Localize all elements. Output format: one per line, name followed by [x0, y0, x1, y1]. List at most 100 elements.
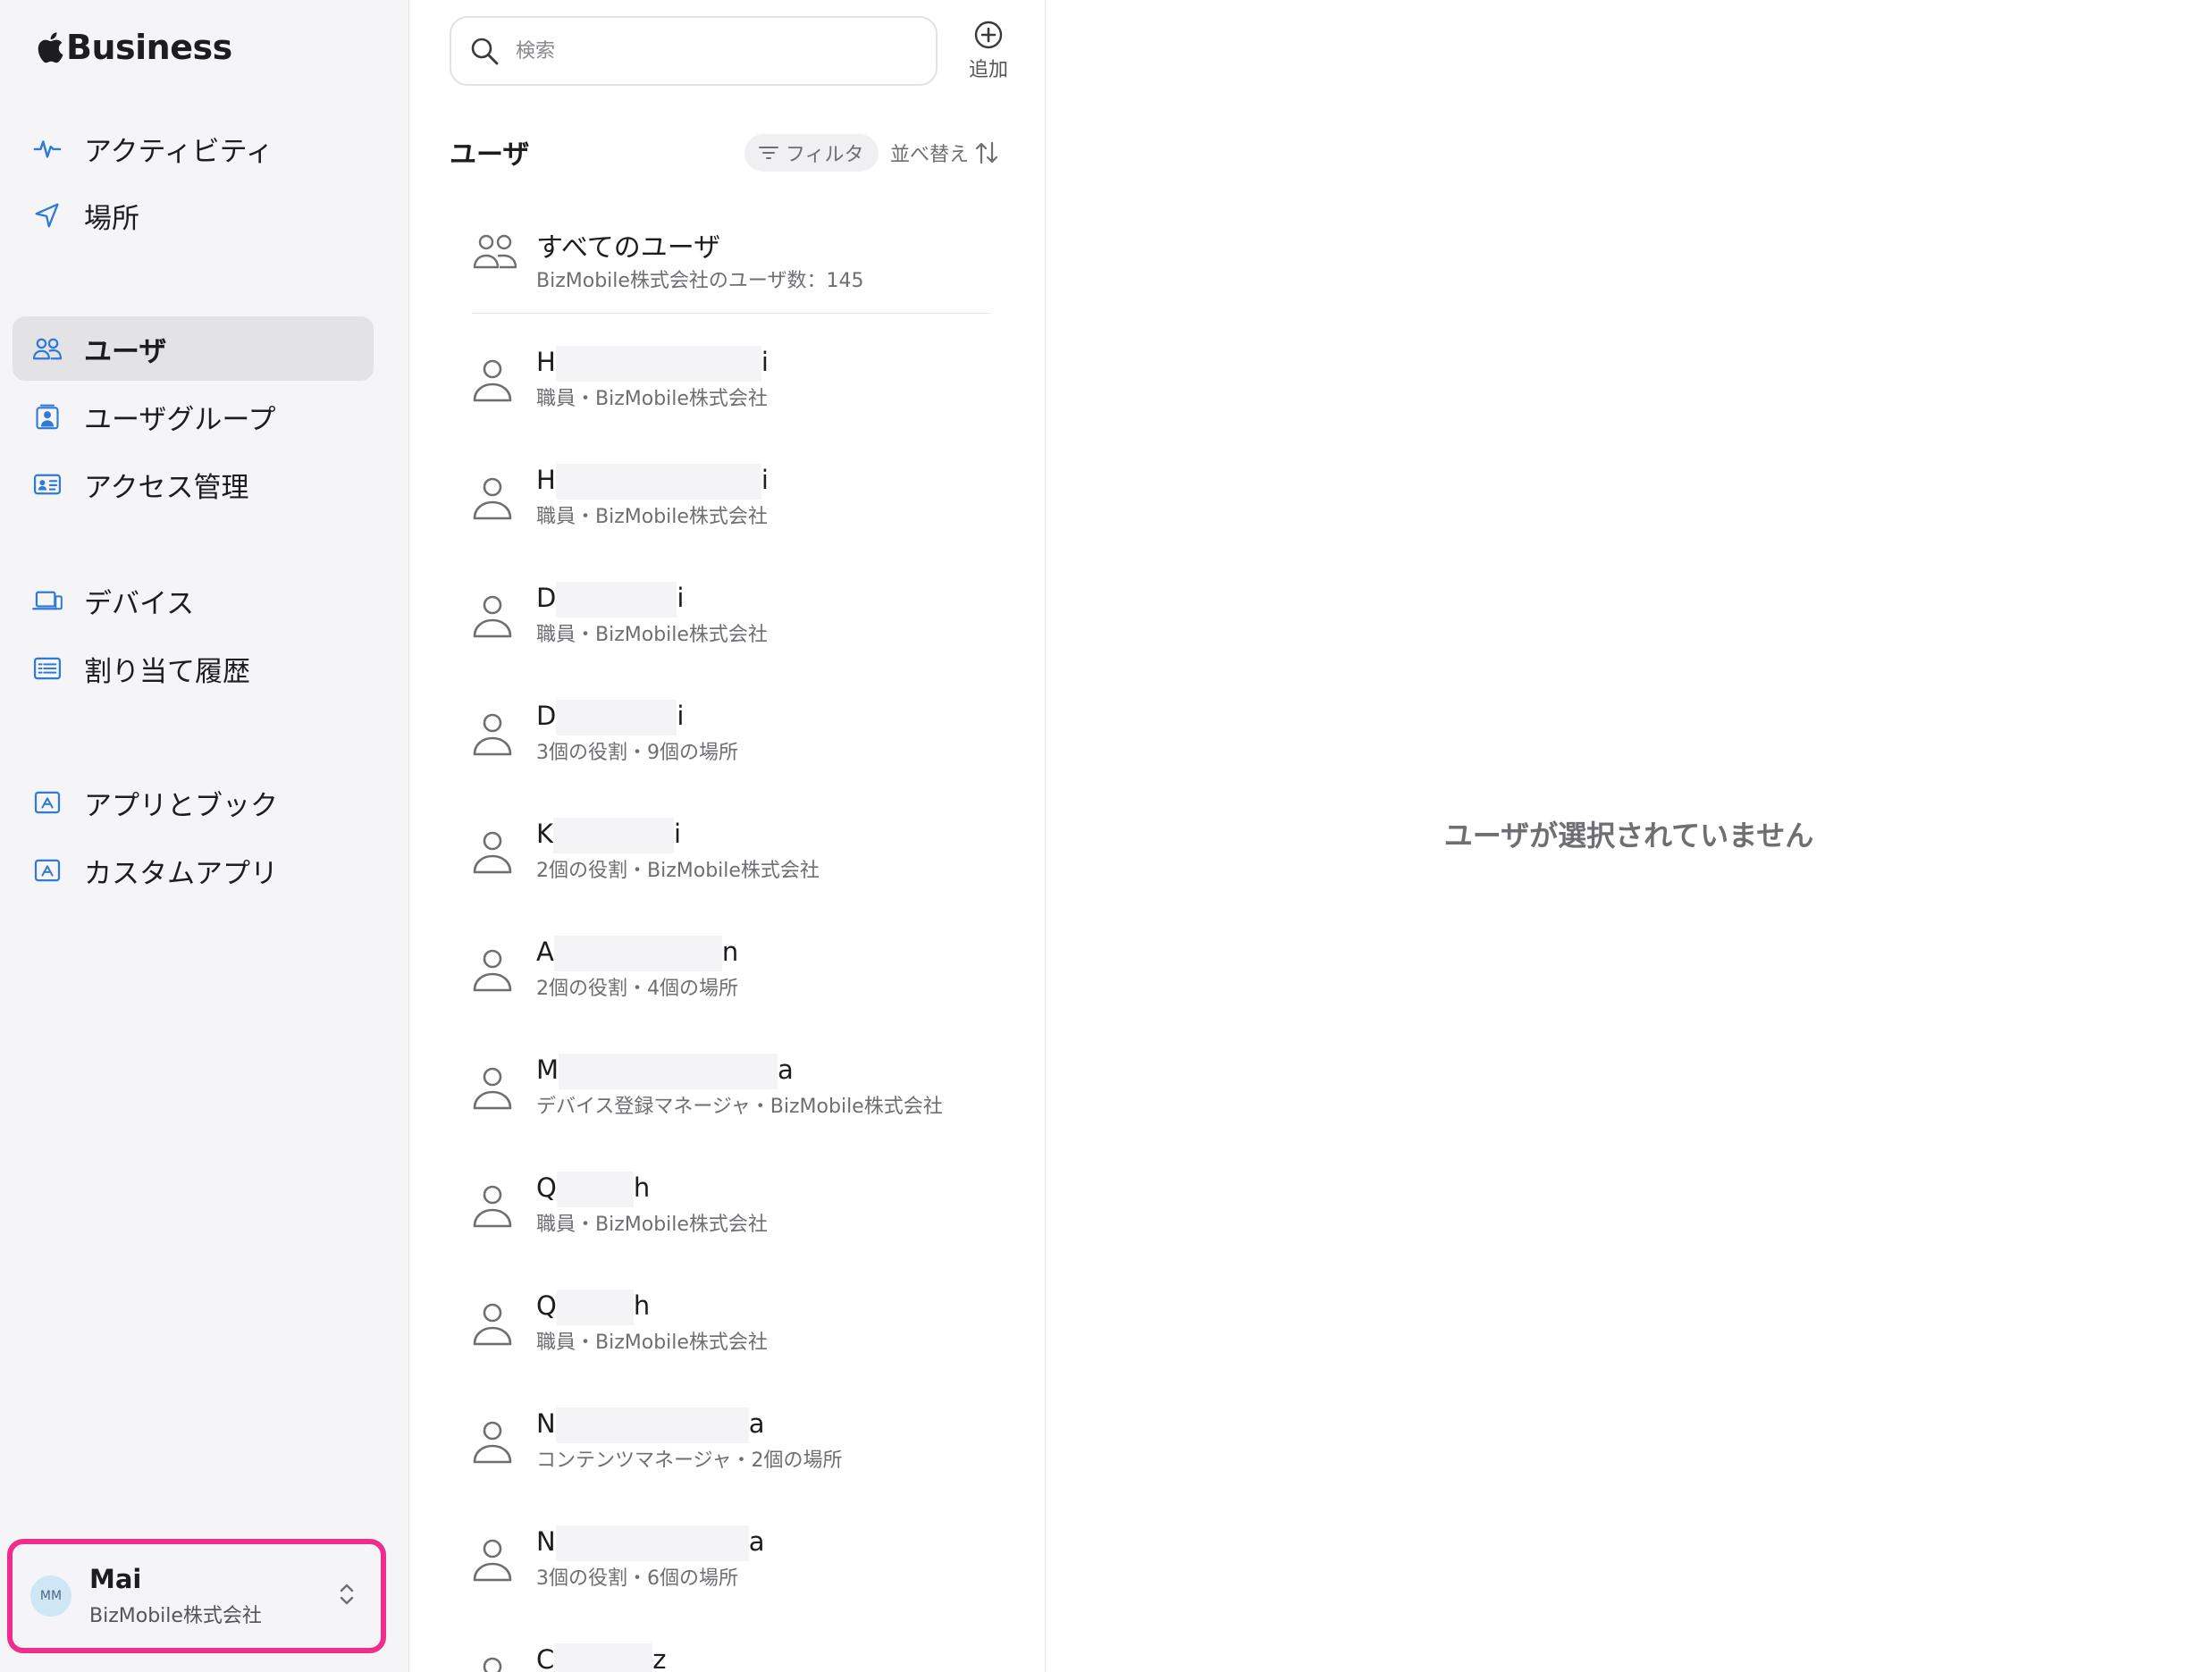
user-role: 職員・BizMobile株式会社 — [536, 1332, 768, 1354]
table-row[interactable]: Na コンテンツマネージャ・2個の場所 — [472, 1396, 1008, 1494]
activity-icon — [32, 133, 63, 164]
sort-label: 並べ替え — [890, 144, 970, 166]
user-name: Qh — [536, 1169, 650, 1207]
sidebar-item-custom-apps[interactable]: カスタムアプリ — [13, 838, 374, 903]
user-role: コンテンツマネージャ・2個の場所 — [536, 1449, 843, 1472]
all-users-count: BizMobile株式会社のユーザ数：145 — [536, 270, 864, 292]
sidebar-item-label: アクセス管理 — [84, 471, 249, 504]
sidebar-item-users[interactable]: ユーザ — [13, 316, 374, 381]
person-icon — [473, 359, 512, 402]
sidebar: Business アクティビティ 場所 ユーザ ユーザグループ アクセス管理 デ… — [0, 0, 409, 1672]
sidebar-item-locations[interactable]: 場所 — [13, 183, 374, 248]
sort-arrows-icon — [975, 141, 998, 164]
filter-label: フィルタ — [786, 144, 864, 166]
user-role: 2個の役割・4個の場所 — [536, 978, 738, 1000]
user-name: Qh — [536, 1287, 650, 1325]
table-row[interactable]: Ki 2個の役割・BizMobile株式会社 — [472, 806, 1008, 904]
person-icon — [473, 1303, 512, 1346]
sidebar-item-label: 場所 — [84, 202, 139, 235]
table-row[interactable]: Qh 職員・BizMobile株式会社 — [472, 1278, 1008, 1376]
sidebar-item-label: ユーザ — [84, 335, 167, 368]
avatar: MM — [30, 1575, 71, 1617]
user-role: 職員・BizMobile株式会社 — [536, 624, 768, 646]
user-group-icon — [32, 401, 63, 432]
plus-circle-icon — [974, 21, 1003, 49]
sort-button[interactable]: 並べ替え — [890, 134, 999, 172]
sidebar-item-activity[interactable]: アクティビティ — [13, 116, 374, 181]
add-user-button[interactable]: 追加 — [955, 20, 1022, 89]
apple-business-logo[interactable]: Business — [36, 25, 232, 70]
apple-logo-icon — [38, 32, 63, 63]
add-label: 追加 — [968, 59, 1008, 81]
custom-app-icon — [32, 855, 63, 886]
person-icon — [473, 1539, 512, 1582]
user-role: 職員・BizMobile株式会社 — [536, 1214, 768, 1236]
id-card-icon — [32, 469, 63, 500]
user-role: 2個の役割・BizMobile株式会社 — [536, 860, 820, 882]
list-title: ユーザ — [450, 139, 530, 171]
user-name: Ki — [536, 815, 681, 853]
table-row[interactable]: Qh 職員・BizMobile株式会社 — [472, 1160, 1008, 1258]
sidebar-item-apps-and-books[interactable]: アプリとブック — [13, 770, 374, 835]
all-users-title: すべてのユーザ — [536, 232, 721, 264]
filter-button[interactable]: フィルタ — [744, 134, 879, 172]
user-name: An — [536, 933, 738, 971]
user-name: Cz — [536, 1641, 666, 1672]
filter-icon — [759, 147, 778, 159]
person-icon — [483, 1657, 502, 1672]
brand-name: Business — [66, 28, 232, 67]
search-box[interactable] — [450, 16, 938, 86]
user-role: 職員・BizMobile株式会社 — [536, 388, 768, 410]
sidebar-item-assignment-history[interactable]: 割り当て履歴 — [13, 636, 374, 701]
table-row[interactable]: An 2個の役割・4個の場所 — [472, 924, 1008, 1022]
table-row[interactable]: Hi 職員・BizMobile株式会社 — [472, 334, 1008, 433]
account-info: Mai BizMobile株式会社 — [89, 1564, 262, 1628]
search-icon — [471, 38, 499, 65]
person-icon — [473, 713, 512, 756]
user-name: Hi — [536, 343, 769, 382]
sidebar-item-devices[interactable]: デバイス — [13, 568, 374, 633]
person-icon — [473, 1067, 512, 1110]
user-role: デバイス登録マネージャ・BizMobile株式会社 — [536, 1096, 943, 1118]
user-name: Na — [536, 1405, 764, 1443]
account-org: BizMobile株式会社 — [89, 1605, 262, 1627]
user-name: Na — [536, 1523, 764, 1561]
person-icon — [473, 1421, 512, 1464]
user-role: 職員・BizMobile株式会社 — [536, 506, 768, 528]
user-name: Ma — [536, 1051, 794, 1089]
person-icon — [473, 1185, 512, 1228]
account-name: Mai — [89, 1564, 142, 1594]
user-role: 3個の役割・9個の場所 — [536, 742, 738, 764]
sidebar-item-label: 割り当て履歴 — [84, 655, 250, 688]
empty-state-message: ユーザが選択されていません — [1443, 819, 1814, 853]
table-row[interactable]: Na 3個の役割・6個の場所 — [472, 1514, 1008, 1612]
table-row[interactable]: Di 3個の役割・9個の場所 — [472, 688, 1008, 786]
user-name: Di — [536, 579, 684, 618]
user-name: Hi — [536, 461, 769, 500]
account-switcher[interactable]: MM Mai BizMobile株式会社 — [7, 1539, 386, 1653]
sidebar-item-label: デバイス — [84, 587, 195, 620]
person-icon — [473, 477, 512, 520]
table-row[interactable]: Cz — [472, 1632, 1008, 1672]
sidebar-item-user-groups[interactable]: ユーザグループ — [13, 384, 374, 449]
detail-pane: ユーザが選択されていません — [1046, 0, 2212, 1672]
users-icon — [473, 234, 517, 269]
sidebar-item-label: ユーザグループ — [84, 403, 276, 436]
user-role: 3個の役割・6個の場所 — [536, 1567, 738, 1590]
sidebar-item-label: カスタムアプリ — [84, 857, 278, 890]
chevron-up-down-icon — [340, 1584, 354, 1605]
table-row[interactable]: Hi 職員・BizMobile株式会社 — [472, 452, 1008, 550]
search-input[interactable] — [514, 38, 893, 63]
person-icon — [473, 831, 512, 874]
app-store-icon — [32, 787, 63, 818]
table-row[interactable]: Ma デバイス登録マネージャ・BizMobile株式会社 — [472, 1042, 1008, 1140]
laptop-icon — [32, 585, 63, 616]
user-name: Di — [536, 697, 684, 735]
location-arrow-icon — [32, 200, 63, 231]
users-icon — [32, 333, 63, 364]
sidebar-item-access-management[interactable]: アクセス管理 — [13, 452, 374, 517]
app-window: Business アクティビティ 場所 ユーザ ユーザグループ アクセス管理 デ… — [0, 0, 2212, 1672]
person-icon — [473, 949, 512, 992]
table-row[interactable]: Di 職員・BizMobile株式会社 — [472, 570, 1008, 668]
all-users-item[interactable]: すべてのユーザ BizMobile株式会社のユーザ数：145 — [472, 214, 990, 314]
